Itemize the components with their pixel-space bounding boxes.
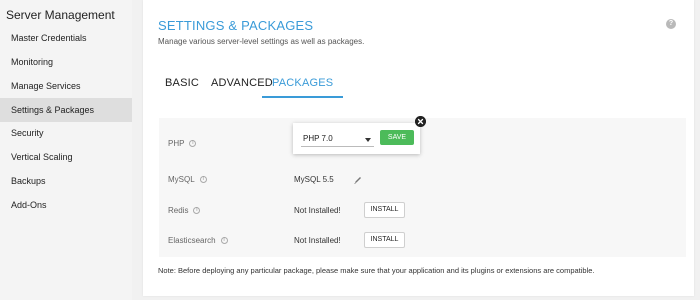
close-icon[interactable] [415,116,426,127]
php-label: PHP i [168,139,197,148]
sidebar-item-manage-services[interactable]: Manage Services [0,74,132,98]
elasticsearch-label-text: Elasticsearch [168,236,216,245]
tab-basic[interactable]: BASIC [165,72,199,98]
sidebar-title: Server Management [6,8,115,22]
tab-packages[interactable]: PACKAGES [262,72,344,98]
mysql-info-icon[interactable]: i [199,176,207,184]
php-version-select[interactable]: PHP 7.0 [301,133,374,147]
pencil-icon[interactable] [353,175,363,185]
redis-status: Not Installed! [294,206,341,215]
sidebar-item-add-ons[interactable]: Add-Ons [0,193,132,217]
mysql-label: MySQL i [168,175,207,184]
redis-label: Redis i [168,206,201,215]
php-version-popover: PHP 7.0 SAVE [293,123,420,154]
sidebar-item-vertical-scaling[interactable]: Vertical Scaling [0,145,132,169]
save-button[interactable]: SAVE [380,130,414,145]
php-version-value: PHP 7.0 [303,134,333,143]
help-icon[interactable]: ? [666,19,676,29]
redis-info-icon[interactable]: i [193,207,201,215]
sidebar-item-settings-packages[interactable]: Settings & Packages [0,98,132,122]
elasticsearch-install-button[interactable]: INSTALL [364,232,405,248]
redis-install-button[interactable]: INSTALL [364,202,405,218]
mysql-version: MySQL 5.5 [294,175,334,184]
elasticsearch-info-icon[interactable]: i [220,237,228,245]
sidebar-item-backups[interactable]: Backups [0,169,132,193]
chevron-down-icon [365,138,371,142]
sidebar-item-security[interactable]: Security [0,121,132,145]
elasticsearch-status: Not Installed! [294,236,341,245]
sidebar: Server Management Master Credentials Mon… [0,0,132,300]
compatibility-note: Note: Before deploying any particular pa… [158,266,595,275]
packages-table: PHP i MySQL i MySQL 5.5 Redis i Not Install… [159,118,686,257]
page-subtitle: Manage various server-level settings as … [158,37,365,46]
tab-bar: BASIC ADVANCED PACKAGES [165,72,685,98]
sidebar-item-monitoring[interactable]: Monitoring [0,50,132,74]
php-label-text: PHP [168,139,185,148]
redis-label-text: Redis [168,206,189,215]
sidebar-item-master-credentials[interactable]: Master Credentials [0,26,132,50]
page-title: SETTINGS & PACKAGES [158,18,314,33]
php-info-icon[interactable]: i [189,140,197,148]
mysql-label-text: MySQL [168,175,195,184]
elasticsearch-label: Elasticsearch i [168,236,228,245]
